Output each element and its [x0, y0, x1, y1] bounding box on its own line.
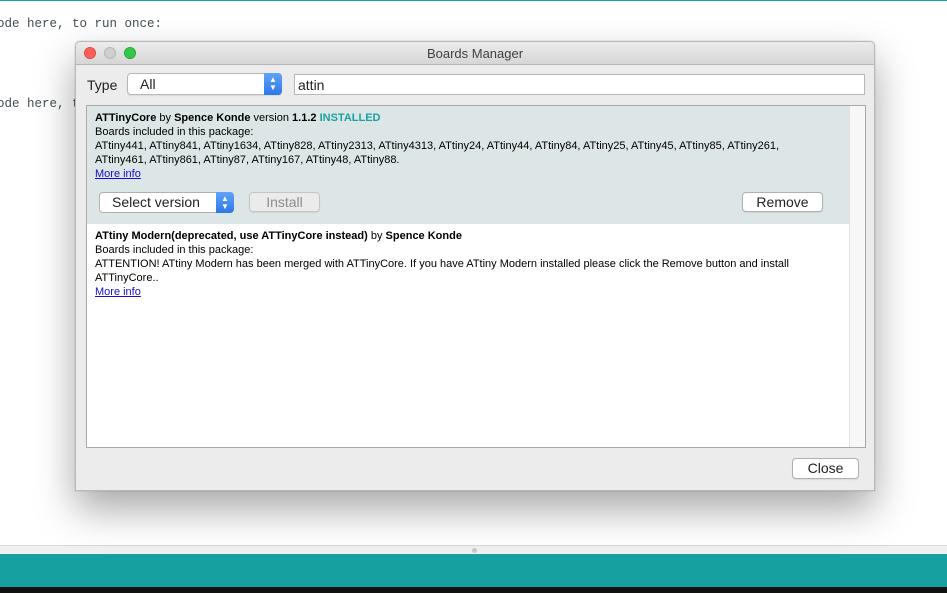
remove-button[interactable]: Remove [742, 192, 823, 212]
dialog-titlebar[interactable]: Boards Manager [76, 42, 874, 65]
boards-list-text: ATtiny461, ATtiny861, ATtiny87, ATtiny16… [95, 154, 400, 166]
boards-manager-dialog: Boards Manager Type All ▲▼ ATTinyCore by… [75, 41, 875, 491]
boards-heading: Boards included in this package: [95, 126, 254, 138]
select-version-label: Select version [112, 194, 200, 210]
version-text: version [250, 112, 293, 124]
more-info-link[interactable]: More info [95, 286, 141, 298]
package-author: Spence Konde [385, 230, 462, 242]
chevron-updown-icon: ▲ ▼ [216, 192, 234, 213]
item-header: ATtiny Modern(deprecated, use ATTinyCore… [95, 230, 462, 242]
close-button[interactable]: Close [792, 458, 859, 479]
type-filter-select[interactable]: All ▲ ▼ [127, 73, 282, 95]
more-info-link[interactable]: More info [95, 168, 141, 180]
package-name: ATTinyCore [95, 112, 157, 124]
install-button[interactable]: Install [249, 192, 320, 212]
boards-list-text: ATtiny441, ATtiny841, ATtiny1634, ATtiny… [95, 140, 780, 152]
code-line[interactable]: ode here, to [0, 97, 87, 111]
type-label: Type [87, 77, 118, 93]
by-text: by [367, 230, 386, 242]
list-scrollbar[interactable] [849, 106, 865, 447]
list-item[interactable]: ATTinyCore by Spence Konde version 1.1.2… [87, 106, 850, 224]
boards-heading: Boards included in this package: [95, 244, 254, 256]
list-item[interactable]: ATtiny Modern(deprecated, use ATTinyCore… [87, 224, 850, 324]
package-author: Spence Konde [174, 112, 251, 124]
boards-list[interactable]: ATTinyCore by Spence Konde version 1.1.2… [86, 105, 866, 448]
boards-list-text: ATTinyCore.. [95, 272, 159, 284]
by-text: by [156, 112, 175, 124]
editor-top-border [0, 0, 947, 1]
code-line[interactable]: ode here, to run once: [0, 17, 162, 31]
installed-badge: INSTALLED [319, 112, 381, 124]
search-input[interactable] [294, 74, 865, 95]
chevron-updown-icon: ▲ ▼ [264, 73, 282, 95]
editor-console-splitter[interactable] [0, 545, 947, 554]
type-filter-value: All [140, 76, 156, 92]
package-name: ATtiny Modern(deprecated, use ATTinyCore… [95, 230, 368, 242]
boards-list-text: ATTENTION! ATtiny Modern has been merged… [95, 258, 789, 270]
console-status-bar [0, 554, 947, 587]
item-header: ATTinyCore by Spence Konde version 1.1.2… [95, 112, 380, 124]
select-version-dropdown[interactable]: Select version ▲ ▼ [99, 192, 234, 213]
splitter-grip-icon [472, 548, 477, 553]
console-area [0, 587, 947, 593]
dialog-title: Boards Manager [426, 46, 524, 61]
package-version: 1.1.2 [292, 112, 317, 124]
